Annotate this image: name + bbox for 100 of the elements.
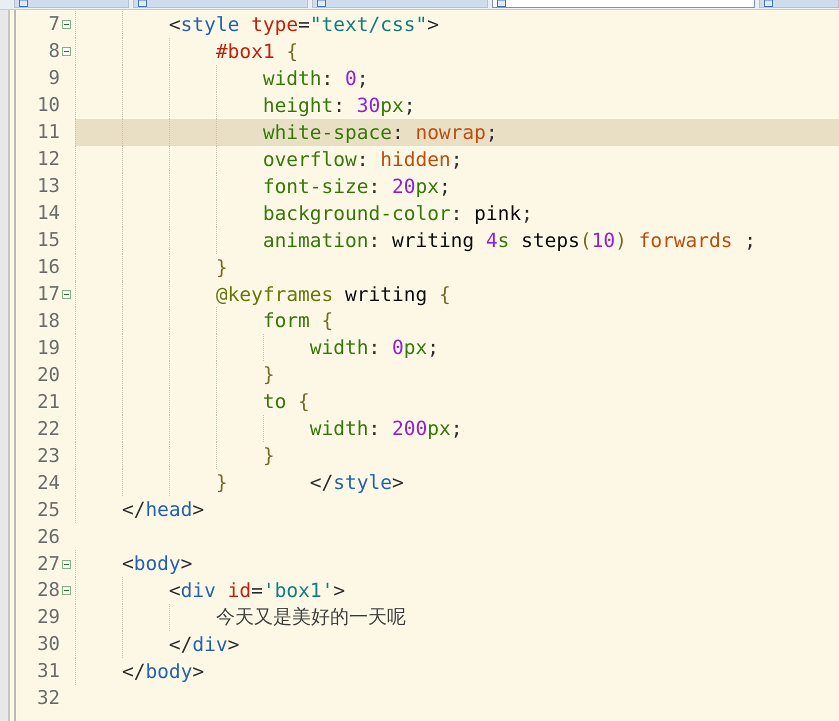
code-text: > xyxy=(427,12,439,36)
code-text: : xyxy=(392,120,405,144)
fold-icon[interactable] xyxy=(62,560,71,569)
code-text: id xyxy=(226,578,252,602)
code-text: > xyxy=(392,471,404,494)
line-number: 15 xyxy=(37,229,60,252)
code-text: 200 xyxy=(392,417,428,440)
code-text: writing xyxy=(392,228,476,252)
line-number: 30 xyxy=(37,633,60,656)
code-text: type xyxy=(250,12,298,36)
code-text: nowrap xyxy=(415,120,486,144)
code-text: ; xyxy=(438,174,451,198)
code-text: < xyxy=(168,12,181,36)
code-text: { xyxy=(297,390,310,414)
code-text: overflow xyxy=(262,148,357,171)
code-text: ) xyxy=(615,228,627,252)
code-text: : xyxy=(368,417,382,440)
code-text: } xyxy=(216,471,228,494)
code-text: width xyxy=(262,66,322,90)
code-text: div xyxy=(192,632,228,656)
code-text: { xyxy=(320,309,334,332)
code-text: #box1 xyxy=(216,40,275,63)
line-number: 8 xyxy=(48,40,60,62)
line-number: 21 xyxy=(37,390,60,413)
code-text: width xyxy=(310,336,368,360)
code-text: ; xyxy=(450,417,462,440)
code-text: : xyxy=(368,174,382,198)
code-text: form xyxy=(262,309,310,332)
line-number: 17 xyxy=(37,283,60,305)
code-text: ; xyxy=(486,120,498,144)
code-text: } xyxy=(262,444,275,468)
code-text: s xyxy=(498,228,510,252)
code-text: > xyxy=(228,632,240,656)
code-text: head xyxy=(145,498,192,522)
code-text: height xyxy=(262,94,334,117)
code-text: ; xyxy=(404,94,416,117)
line-number: 20 xyxy=(37,364,60,386)
code-text: > xyxy=(192,498,204,522)
line-number: 25 xyxy=(37,498,60,521)
line-number: 31 xyxy=(37,660,60,682)
code-text: style xyxy=(180,12,240,36)
code-text: < xyxy=(168,578,181,602)
code-text: : xyxy=(368,336,382,360)
fold-icon[interactable] xyxy=(62,586,71,596)
code-text: : xyxy=(322,66,334,90)
line-number: 24 xyxy=(37,472,60,494)
code-text: ; xyxy=(743,228,756,252)
fold-icon[interactable] xyxy=(62,20,71,30)
code-text: px xyxy=(415,174,439,198)
code-text: 20 xyxy=(392,174,416,198)
line-number: 29 xyxy=(37,606,60,628)
code-text: > xyxy=(180,552,192,576)
code-text: 0 xyxy=(345,66,357,90)
code-text: font-size xyxy=(262,174,368,198)
code-text: hidden xyxy=(380,148,451,171)
line-number: 13 xyxy=(37,175,60,198)
code-text: = xyxy=(251,578,263,602)
code-text: ; xyxy=(521,202,533,225)
code-text: 0 xyxy=(392,336,404,360)
line-number: 26 xyxy=(37,526,60,548)
code-text: 今天又是美好的一天呢 xyxy=(216,605,406,630)
code-text: 4 xyxy=(486,228,498,252)
code-text: } xyxy=(262,363,275,386)
code-text: px xyxy=(404,336,428,360)
code-text: ; xyxy=(427,336,439,360)
code-text: body xyxy=(145,660,192,683)
code-text: > xyxy=(333,578,346,602)
fold-icon[interactable] xyxy=(62,290,71,299)
code-text: style xyxy=(333,471,392,494)
code-text: @keyframes xyxy=(216,282,334,306)
line-number: 11 xyxy=(37,121,60,144)
code-text: forwards xyxy=(638,228,733,252)
line-number: 14 xyxy=(37,202,60,224)
code-text: : xyxy=(356,148,370,171)
line-number: 23 xyxy=(37,444,60,467)
code-text: to xyxy=(262,390,286,414)
code-text: animation xyxy=(262,228,368,252)
code-text: 10 xyxy=(592,228,616,252)
code-text: </ xyxy=(122,498,146,522)
code-text: { xyxy=(438,282,451,306)
code-text: </ xyxy=(168,632,192,656)
line-number: 18 xyxy=(37,310,60,332)
code-text: ( xyxy=(580,228,592,252)
code-text: : xyxy=(368,228,382,252)
line-number: 32 xyxy=(37,687,60,710)
line-number: 10 xyxy=(37,94,60,116)
code-text: 'box1' xyxy=(262,578,334,602)
code-text: writing xyxy=(344,282,428,306)
code-text: </ xyxy=(308,471,334,494)
line-number: 22 xyxy=(37,418,60,440)
code-text: div xyxy=(180,578,216,602)
fold-icon[interactable] xyxy=(62,47,71,56)
code-text: ; xyxy=(450,148,462,171)
line-number: 19 xyxy=(37,336,60,359)
code-text: "text/css" xyxy=(310,12,428,36)
code-text: 30 xyxy=(356,94,380,117)
code-text: white-space xyxy=(262,120,392,144)
code-text: steps xyxy=(520,228,580,252)
line-number: 16 xyxy=(37,256,60,278)
code-text: pink xyxy=(474,202,522,225)
